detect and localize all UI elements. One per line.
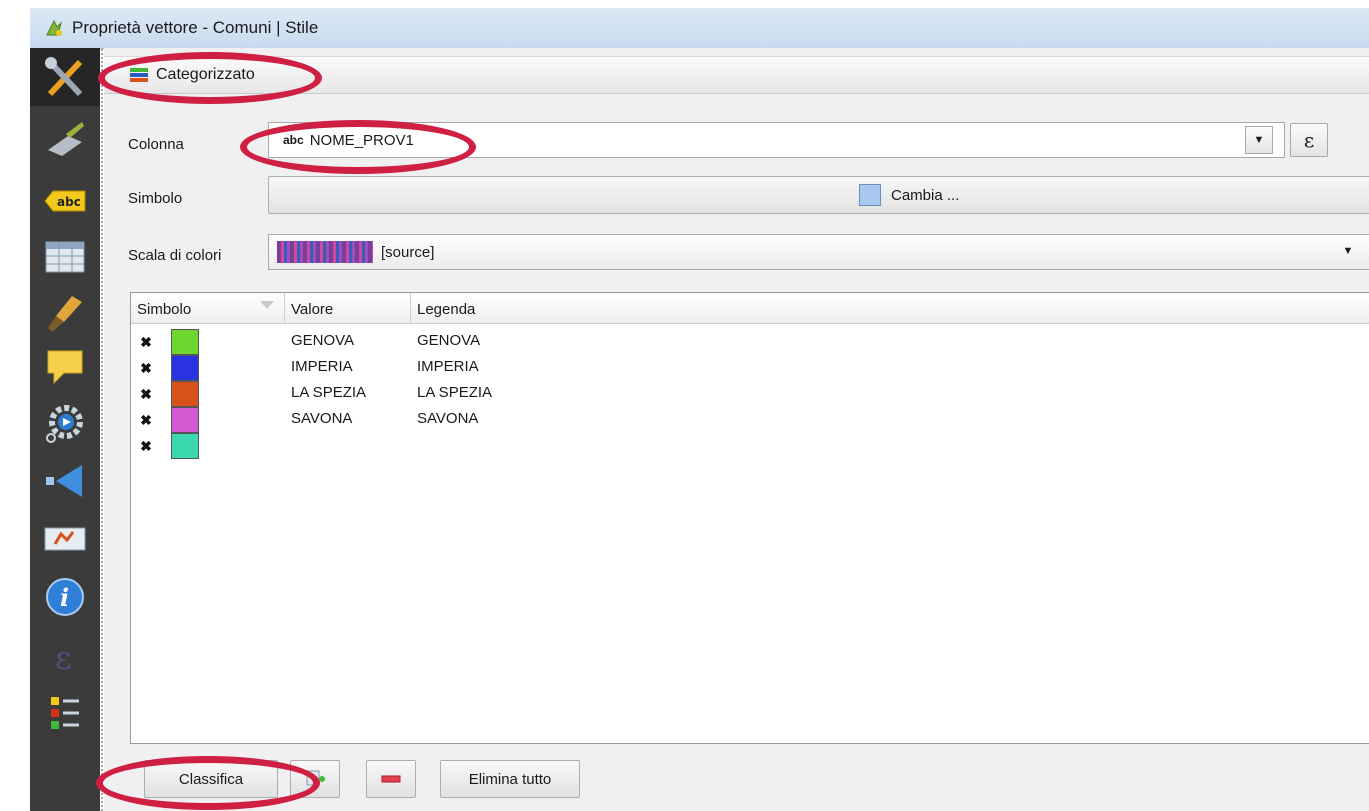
sidebar-item-style[interactable]: [30, 110, 100, 168]
color-ramp-value: [source]: [381, 243, 435, 261]
sidebar-item-legend[interactable]: [30, 684, 100, 742]
sidebar-item-general[interactable]: [30, 48, 100, 106]
window-title: Proprietà vettore - Comuni | Stile: [72, 18, 319, 37]
sidebar-item-diagrams[interactable]: [30, 510, 100, 568]
style-panel: Categorizzato Colonna abc NOME_PROV1 ▼ ε…: [104, 48, 1369, 811]
expression-button[interactable]: ε: [1290, 123, 1328, 157]
fields-table-icon: [45, 241, 85, 273]
column-value: NOME_PROV1: [309, 131, 414, 149]
rendering-paintbrush-icon: [48, 296, 82, 332]
table-row[interactable]: ✖ IMPERIA IMPERIA: [131, 355, 1369, 382]
actions-gear-icon: [46, 405, 83, 443]
window-left-edge: [0, 0, 30, 811]
general-tools-icon: [45, 57, 83, 97]
sidebar-item-rendering[interactable]: [30, 284, 100, 342]
add-category-button[interactable]: [290, 760, 340, 798]
sort-indicator-icon: [260, 301, 274, 309]
cross-check-icon: ✖: [140, 412, 152, 428]
table-row[interactable]: ✖: [131, 433, 1369, 460]
expression-epsilon-icon: ε: [1303, 128, 1315, 152]
column-dropdown-button[interactable]: ▼: [1245, 126, 1273, 154]
categorized-renderer-icon: [130, 68, 148, 82]
color-ramp-label: Scala di colori: [128, 247, 222, 264]
cross-check-icon: ✖: [140, 334, 152, 350]
renderer-label: Categorizzato: [156, 66, 255, 83]
qgis-logo-icon: [46, 19, 62, 36]
sidebar-item-joins[interactable]: [30, 452, 100, 510]
diagrams-icon: [44, 527, 86, 551]
header-legend[interactable]: Legenda: [411, 293, 1369, 323]
header-symbol[interactable]: Simbolo: [131, 293, 285, 323]
color-ramp-combobox[interactable]: [source]: [268, 234, 1369, 270]
category-value: LA SPEZIA: [291, 384, 367, 401]
sidebar-item-metadata[interactable]: i: [30, 568, 100, 626]
category-checkbox[interactable]: ✖: [139, 361, 153, 375]
cross-check-icon: ✖: [140, 438, 152, 454]
column-combobox[interactable]: abc NOME_PROV1: [268, 122, 1285, 158]
change-symbol-button[interactable]: Cambia ...: [268, 176, 1369, 214]
chevron-down-icon: ▼: [1342, 245, 1354, 257]
string-type-badge: abc: [283, 133, 304, 147]
category-color-swatch[interactable]: [171, 329, 199, 355]
joins-arrow-icon: [46, 465, 82, 497]
header-value[interactable]: Valore: [285, 293, 411, 323]
legend-icon: [51, 697, 79, 729]
category-legend: GENOVA: [417, 332, 481, 349]
style-brush-icon: [48, 122, 84, 156]
category-checkbox[interactable]: ✖: [139, 335, 153, 349]
category-legend: IMPERIA: [417, 358, 479, 375]
sidebar-item-actions[interactable]: [30, 394, 100, 452]
category-value: GENOVA: [291, 332, 355, 349]
sidebar-item-display[interactable]: [30, 338, 100, 396]
sidebar-item-fields[interactable]: [30, 228, 100, 286]
category-legend: SAVONA: [417, 410, 479, 427]
chevron-down-icon: ▼: [1253, 134, 1265, 146]
color-ramp-dropdown-button[interactable]: ▼: [1335, 238, 1361, 264]
table-header: Simbolo Valore Legenda: [131, 293, 1369, 324]
symbol-label: Simbolo: [128, 190, 183, 207]
table-row[interactable]: ✖ LA SPEZIA LA SPEZIA: [131, 381, 1369, 408]
category-color-swatch[interactable]: [171, 433, 199, 459]
category-legend: LA SPEZIA: [417, 384, 493, 401]
svg-text:ε: ε: [55, 639, 72, 677]
variables-epsilon-icon: ε: [55, 639, 72, 677]
properties-sidebar: abc i ε: [30, 48, 100, 811]
remove-minus-icon: [381, 775, 401, 783]
column-label: Colonna: [128, 136, 184, 153]
change-symbol-label: Cambia ...: [891, 186, 960, 204]
table-row[interactable]: ✖ SAVONA SAVONA: [131, 407, 1369, 434]
category-value: SAVONA: [291, 410, 353, 427]
sidebar-item-labels[interactable]: abc: [30, 172, 100, 230]
classify-button[interactable]: Classifica: [144, 760, 278, 798]
category-color-swatch[interactable]: [171, 355, 199, 381]
display-speechbubble-icon: [47, 350, 83, 385]
symbol-preview-swatch: [859, 184, 881, 206]
category-color-swatch[interactable]: [171, 381, 199, 407]
categories-table[interactable]: Simbolo Valore Legenda ✖ GENOVA GENOVA ✖ IMP…: [130, 292, 1369, 744]
labels-abc-icon: abc: [44, 190, 86, 212]
delete-all-button[interactable]: Elimina tutto: [440, 760, 580, 798]
color-ramp-preview: [277, 241, 373, 263]
metadata-info-icon: i: [46, 578, 84, 616]
category-checkbox[interactable]: ✖: [139, 439, 153, 453]
table-row[interactable]: ✖ GENOVA GENOVA: [131, 329, 1369, 356]
cross-check-icon: ✖: [140, 360, 152, 376]
category-checkbox[interactable]: ✖: [139, 413, 153, 427]
category-checkbox[interactable]: ✖: [139, 387, 153, 401]
cross-check-icon: ✖: [140, 386, 152, 402]
add-category-icon: [306, 770, 325, 786]
title-bar: Proprietà vettore - Comuni | Stile: [30, 8, 1369, 49]
sidebar-item-variables[interactable]: ε: [30, 628, 100, 686]
remove-category-button[interactable]: [366, 760, 416, 798]
renderer-selector[interactable]: Categorizzato: [104, 56, 1369, 94]
category-value: IMPERIA: [291, 358, 353, 375]
category-color-swatch[interactable]: [171, 407, 199, 433]
svg-text:abc: abc: [57, 195, 81, 209]
svg-text:i: i: [60, 583, 69, 612]
